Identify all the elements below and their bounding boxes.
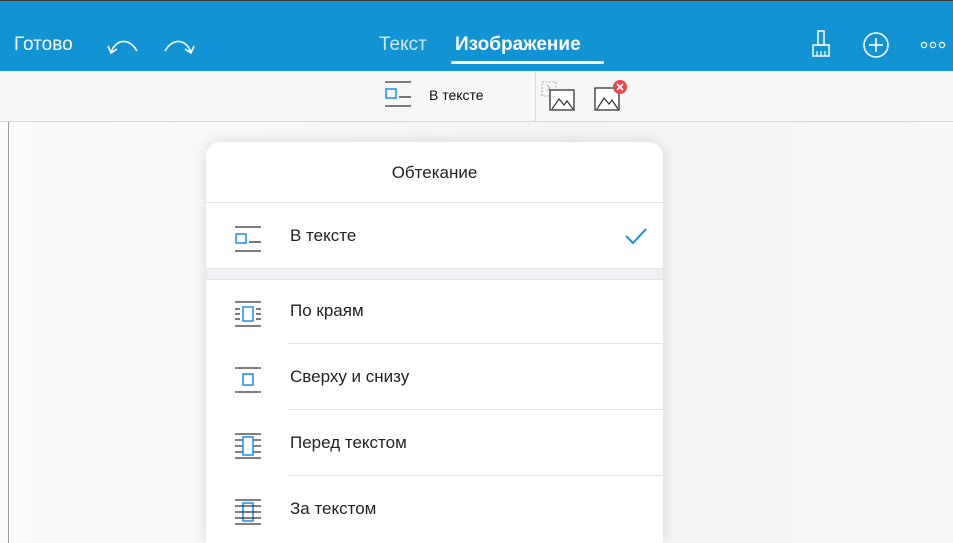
wrap-option-square[interactable]: По краям bbox=[206, 278, 663, 344]
wrap-option-label: В тексте bbox=[290, 226, 357, 245]
wrap-option-label: Перед текстом bbox=[290, 433, 407, 452]
redo-icon[interactable] bbox=[163, 35, 195, 55]
wrap-behind-icon bbox=[235, 499, 261, 525]
wrap-inline-icon[interactable] bbox=[384, 80, 412, 110]
image-options-toolbar: В тексте bbox=[0, 71, 953, 122]
add-icon[interactable] bbox=[862, 31, 890, 59]
tab-text[interactable]: Текст bbox=[379, 34, 427, 56]
replace-image-icon[interactable] bbox=[540, 80, 578, 114]
delete-image-icon[interactable] bbox=[592, 78, 630, 114]
top-toolbar: Готово Текст Изображение bbox=[0, 0, 953, 71]
wrap-option-behind[interactable]: За текстом bbox=[206, 476, 663, 542]
active-tab-indicator bbox=[451, 61, 604, 64]
format-brush-icon[interactable] bbox=[811, 30, 831, 58]
wrap-option-inline[interactable]: В тексте bbox=[206, 203, 663, 269]
wrap-option-label: За текстом bbox=[290, 499, 377, 518]
wrap-option-label: По краям bbox=[290, 301, 364, 320]
wrap-option-label: Сверху и снизу bbox=[290, 367, 410, 386]
wrap-in-front-icon bbox=[235, 433, 261, 459]
wrap-inline-icon bbox=[235, 226, 261, 252]
wrap-mode-button[interactable]: В тексте bbox=[429, 87, 484, 103]
wrap-around-icon bbox=[235, 301, 261, 327]
done-button[interactable]: Готово bbox=[14, 34, 73, 56]
page-edge bbox=[8, 122, 9, 543]
checkmark-icon bbox=[625, 228, 647, 245]
wrap-option-in-front[interactable]: Перед текстом bbox=[206, 410, 663, 476]
popover-title: Обтекание bbox=[206, 142, 663, 203]
toolbar-separator bbox=[535, 71, 536, 121]
wrap-option-top-bottom[interactable]: Сверху и снизу bbox=[206, 344, 663, 410]
tab-image[interactable]: Изображение bbox=[455, 34, 581, 56]
undo-icon[interactable] bbox=[107, 35, 139, 55]
more-icon[interactable] bbox=[920, 41, 946, 49]
wrap-popover: Обтекание В тексте По краям Сверху и сни… bbox=[206, 142, 663, 543]
wrap-top-bottom-icon bbox=[235, 367, 261, 393]
